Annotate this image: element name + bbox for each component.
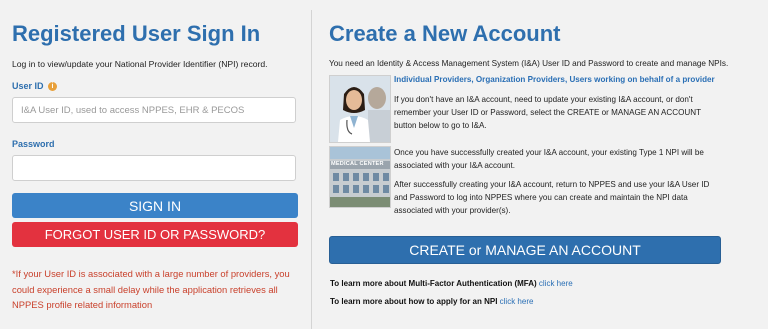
individual-providers-link[interactable]: Individual Providers [394,75,471,84]
password-label: Password [12,139,55,149]
forgot-credentials-button[interactable]: FORGOT USER ID OR PASSWORD? [12,222,298,247]
large-provider-note: *If your User ID is associated with a la… [12,268,290,310]
organization-providers-link[interactable]: Organization Providers [476,75,565,84]
medical-center-photo: MEDICAL CENTER [329,146,391,208]
doctor-photo [329,75,391,143]
signin-subtitle: Log in to view/update your National Prov… [12,59,268,69]
create-account-title: Create a New Account [329,21,561,46]
npi-text: To learn more about how to apply for an … [330,297,498,306]
userid-label: User ID i [12,81,58,92]
create-para-2: Once you have successfully created your … [394,148,704,170]
provider-type-links: Individual Providers, Organization Provi… [394,75,715,84]
create-para-3: After successfully creating your I&A acc… [394,180,710,215]
info-icon[interactable]: i [48,82,58,92]
doctor-illustration [330,76,390,142]
surrogate-users-link[interactable]: Users working on behalf of a provider [569,75,714,84]
create-para-1: If you don't have an I&A account, need t… [394,95,701,130]
signin-title: Registered User Sign In [12,21,261,46]
mfa-text: To learn more about Multi-Factor Authent… [330,279,537,288]
userid-label-text: User ID [12,81,44,91]
npi-click-here-link[interactable]: click here [500,297,534,306]
medical-center-illustration [330,147,390,207]
userid-input[interactable] [12,97,296,123]
signin-panel: Registered User Sign In Log in to view/u… [0,0,310,329]
mfa-learn-more: To learn more about Multi-Factor Authent… [330,279,573,288]
signin-button[interactable]: SIGN IN [12,193,298,218]
password-input[interactable] [12,155,296,181]
npi-learn-more: To learn more about how to apply for an … [330,297,533,306]
create-account-intro: You need an Identity & Access Management… [329,59,729,68]
medical-center-sign: MEDICAL CENTER [331,161,384,167]
create-manage-account-button[interactable]: CREATE or MANAGE AN ACCOUNT [329,236,721,264]
mfa-click-here-link[interactable]: click here [539,279,573,288]
panel-divider [311,10,312,329]
